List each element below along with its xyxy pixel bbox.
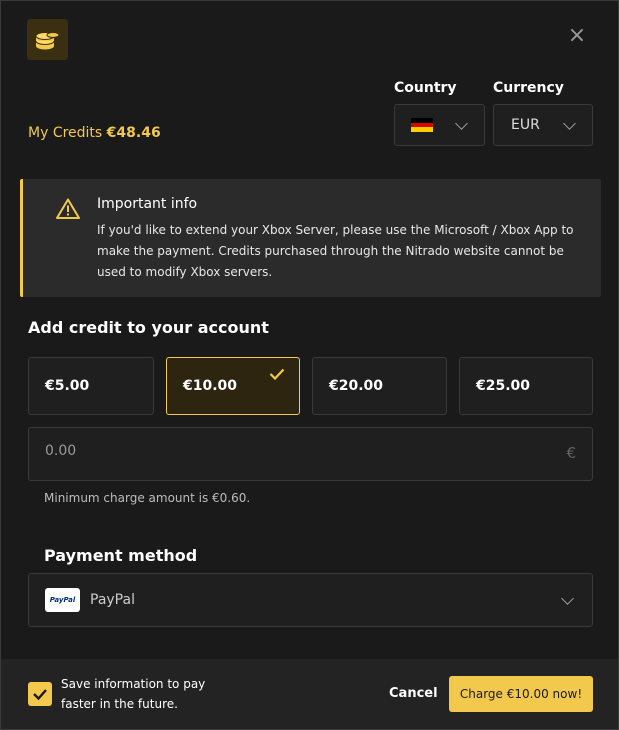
currency-value: EUR: [511, 117, 540, 133]
cancel-button[interactable]: Cancel: [389, 686, 438, 701]
payment-method-title: Payment method: [44, 546, 198, 565]
save-info-label: Save information to pay faster in the fu…: [61, 677, 206, 711]
custom-amount-input[interactable]: [45, 443, 525, 459]
amount-option-10[interactable]: €10.00: [166, 357, 300, 415]
credits-amount: €48.46: [106, 125, 161, 141]
coins-icon: [27, 19, 68, 60]
country-select[interactable]: [394, 104, 485, 146]
amount-option-20[interactable]: €20.00: [312, 357, 447, 415]
custom-amount-field: €: [28, 427, 593, 481]
germany-flag-icon: [411, 118, 433, 133]
amount-label: €25.00: [476, 378, 531, 394]
chevron-down-icon: [563, 117, 576, 130]
payment-method-value: PayPal: [90, 592, 135, 608]
amount-label: €20.00: [329, 378, 384, 394]
important-info-banner: Important info If you'd like to extend y…: [20, 179, 601, 297]
my-credits: My Credits €48.46: [28, 125, 161, 141]
chevron-down-icon: [455, 117, 468, 130]
payment-method-select[interactable]: PayPal PayPal: [28, 573, 593, 627]
paypal-logo-icon: PayPal: [45, 588, 80, 612]
add-credit-title: Add credit to your account: [28, 318, 269, 337]
charge-button[interactable]: Charge €10.00 now!: [449, 676, 593, 712]
info-title: Important info: [97, 196, 198, 212]
credits-label: My Credits: [28, 125, 103, 141]
charge-button-label: Charge €10.00 now!: [459, 687, 583, 701]
paypal-logo-text: PayPal: [49, 596, 76, 604]
close-icon[interactable]: ×: [567, 25, 587, 47]
checkmark-icon: [269, 368, 285, 380]
currency-select[interactable]: EUR: [493, 104, 593, 146]
amount-label: €5.00: [45, 378, 90, 394]
euro-symbol: €: [566, 444, 576, 462]
currency-label: Currency: [493, 80, 564, 96]
country-label: Country: [394, 80, 457, 96]
checkmark-icon: [33, 689, 47, 701]
info-text: If you'd like to extend your Xbox Server…: [97, 223, 574, 279]
amount-option-5[interactable]: €5.00: [28, 357, 154, 415]
warning-icon: [56, 198, 80, 219]
save-info-checkbox[interactable]: [28, 682, 52, 706]
minimum-charge-note: Minimum charge amount is €0.60.: [44, 491, 251, 505]
amount-label: €10.00: [183, 378, 238, 394]
amount-option-25[interactable]: €25.00: [459, 357, 593, 415]
add-credit-modal: × My Credits €48.46 Country Currency EUR…: [0, 0, 619, 730]
chevron-down-icon: [561, 592, 574, 605]
